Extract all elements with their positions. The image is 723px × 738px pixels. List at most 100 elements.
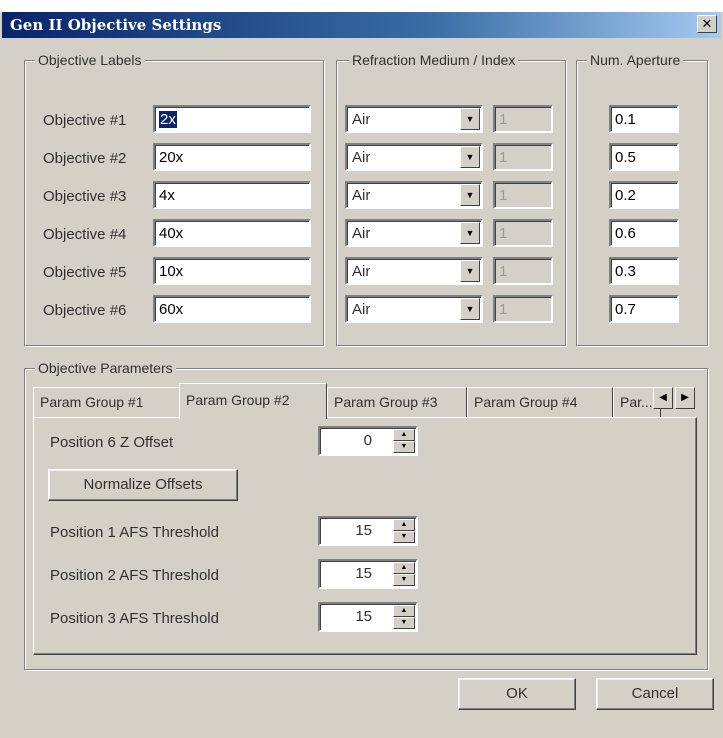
- arrow-down-icon: ▼: [400, 443, 408, 450]
- chevron-down-icon: ▼: [465, 304, 475, 314]
- objective-label-input[interactable]: 4x: [153, 181, 311, 209]
- medium-value: Air: [352, 187, 371, 204]
- dropdown-button[interactable]: ▼: [460, 298, 480, 320]
- medium-select[interactable]: Air ▼: [345, 257, 483, 285]
- aperture-input[interactable]: 0.3: [609, 257, 679, 285]
- objective-labels-title: Objective Labels: [35, 52, 145, 68]
- spin-down-button[interactable]: ▼: [393, 531, 415, 543]
- arrow-down-icon: ▼: [400, 619, 408, 626]
- dropdown-button[interactable]: ▼: [460, 108, 480, 130]
- dropdown-button[interactable]: ▼: [460, 184, 480, 206]
- refraction-index-input: 1: [493, 257, 553, 285]
- tab-scroll-right-button[interactable]: ▶: [675, 387, 695, 409]
- aperture-input[interactable]: 0.6: [609, 219, 679, 247]
- refraction-medium-title: Refraction Medium / Index: [349, 52, 519, 68]
- arrow-up-icon: ▲: [400, 431, 408, 438]
- arrow-left-icon: ◀: [659, 392, 667, 403]
- spin-up-button[interactable]: ▲: [393, 562, 415, 574]
- chevron-down-icon: ▼: [465, 190, 475, 200]
- spin-up-button[interactable]: ▲: [393, 519, 415, 531]
- medium-select[interactable]: Air ▼: [345, 295, 483, 323]
- tab-param-group-3[interactable]: Param Group #3: [327, 387, 467, 417]
- afs-threshold-value: 15: [355, 565, 372, 582]
- objective-name-label: Objective #6: [43, 302, 127, 319]
- objective-parameters-title: Objective Parameters: [35, 360, 176, 376]
- objective-label-input[interactable]: 10x: [153, 257, 311, 285]
- arrow-right-icon: ▶: [681, 392, 689, 403]
- objective-name-label: Objective #4: [43, 226, 127, 243]
- z-offset-spinner[interactable]: 0 ▲ ▼: [318, 426, 418, 456]
- spinner-buttons: ▲ ▼: [393, 519, 415, 543]
- arrow-up-icon: ▲: [400, 564, 408, 571]
- ok-button[interactable]: OK: [458, 678, 576, 710]
- medium-select[interactable]: Air ▼: [345, 105, 483, 133]
- afs-threshold-spinner[interactable]: 15 ▲ ▼: [318, 559, 418, 589]
- param-group-tabs: Param Group #1 Param Group #2 Param Grou…: [33, 383, 697, 419]
- objective-parameters-group: Objective Parameters Param Group #1 Para…: [24, 360, 708, 670]
- objective-label-input[interactable]: 40x: [153, 219, 311, 247]
- param-group-panel: Position 6 Z Offset 0 ▲ ▼ Normalize Offs…: [33, 417, 697, 655]
- dropdown-button[interactable]: ▼: [460, 146, 480, 168]
- arrow-down-icon: ▼: [400, 576, 408, 583]
- objective-name-label: Objective #3: [43, 188, 127, 205]
- objective-name-label: Objective #2: [43, 150, 127, 167]
- afs-threshold-label: Position 3 AFS Threshold: [50, 610, 219, 627]
- tab-scroll-left-button[interactable]: ◀: [653, 387, 673, 409]
- selected-text: 2x: [159, 111, 177, 128]
- dropdown-button[interactable]: ▼: [460, 260, 480, 282]
- aperture-input[interactable]: 0.2: [609, 181, 679, 209]
- refraction-medium-group: Refraction Medium / Index Air ▼ 1 Air ▼ …: [336, 52, 566, 346]
- chevron-down-icon: ▼: [465, 266, 475, 276]
- z-offset-value: 0: [363, 432, 372, 449]
- spin-up-button[interactable]: ▲: [393, 605, 415, 617]
- spinner-buttons: ▲ ▼: [393, 562, 415, 586]
- numerical-aperture-title: Num. Aperture: [587, 52, 684, 68]
- refraction-index-input: 1: [493, 181, 553, 209]
- tab-param-group-2[interactable]: Param Group #2: [179, 383, 327, 419]
- tab-param-group-4[interactable]: Param Group #4: [467, 387, 613, 417]
- spin-up-button[interactable]: ▲: [393, 429, 415, 441]
- refraction-index-input: 1: [493, 143, 553, 171]
- objective-labels-group: Objective Labels Objective #1 2x Objecti…: [24, 52, 324, 346]
- objective-label-input[interactable]: 60x: [153, 295, 311, 323]
- afs-threshold-value: 15: [355, 608, 372, 625]
- objective-name-label: Objective #5: [43, 264, 127, 281]
- medium-select[interactable]: Air ▼: [345, 143, 483, 171]
- spinner-buttons: ▲ ▼: [393, 605, 415, 629]
- objective-label-input[interactable]: 20x: [153, 143, 311, 171]
- medium-value: Air: [352, 111, 371, 128]
- refraction-index-input: 1: [493, 295, 553, 323]
- chevron-down-icon: ▼: [465, 152, 475, 162]
- cancel-button[interactable]: Cancel: [596, 678, 714, 710]
- arrow-down-icon: ▼: [400, 533, 408, 540]
- aperture-input[interactable]: 0.1: [609, 105, 679, 133]
- medium-value: Air: [352, 225, 371, 242]
- afs-threshold-spinner[interactable]: 15 ▲ ▼: [318, 516, 418, 546]
- window-title: Gen II Objective Settings: [10, 16, 222, 34]
- medium-value: Air: [352, 149, 371, 166]
- aperture-input[interactable]: 0.7: [609, 295, 679, 323]
- arrow-up-icon: ▲: [400, 607, 408, 614]
- chevron-down-icon: ▼: [465, 114, 475, 124]
- refraction-index-input: 1: [493, 219, 553, 247]
- dropdown-button[interactable]: ▼: [460, 222, 480, 244]
- numerical-aperture-group: Num. Aperture 0.1 0.5 0.2 0.6 0.3 0.7: [576, 52, 708, 346]
- objective-label-input[interactable]: 2x: [153, 105, 311, 133]
- objective-settings-dialog: Gen II Objective Settings ✕ Objective La…: [0, 12, 723, 738]
- normalize-offsets-button[interactable]: Normalize Offsets: [48, 469, 238, 501]
- afs-threshold-spinner[interactable]: 15 ▲ ▼: [318, 602, 418, 632]
- chevron-down-icon: ▼: [465, 228, 475, 238]
- spin-down-button[interactable]: ▼: [393, 441, 415, 453]
- medium-select[interactable]: Air ▼: [345, 219, 483, 247]
- title-bar[interactable]: Gen II Objective Settings ✕: [2, 12, 721, 38]
- spin-down-button[interactable]: ▼: [393, 617, 415, 629]
- refraction-index-input: 1: [493, 105, 553, 133]
- medium-select[interactable]: Air ▼: [345, 181, 483, 209]
- close-button[interactable]: ✕: [697, 15, 717, 33]
- aperture-input[interactable]: 0.5: [609, 143, 679, 171]
- spin-down-button[interactable]: ▼: [393, 574, 415, 586]
- medium-value: Air: [352, 263, 371, 280]
- afs-threshold-label: Position 2 AFS Threshold: [50, 567, 219, 584]
- spinner-buttons: ▲ ▼: [393, 429, 415, 453]
- tab-param-group-1[interactable]: Param Group #1: [33, 387, 181, 417]
